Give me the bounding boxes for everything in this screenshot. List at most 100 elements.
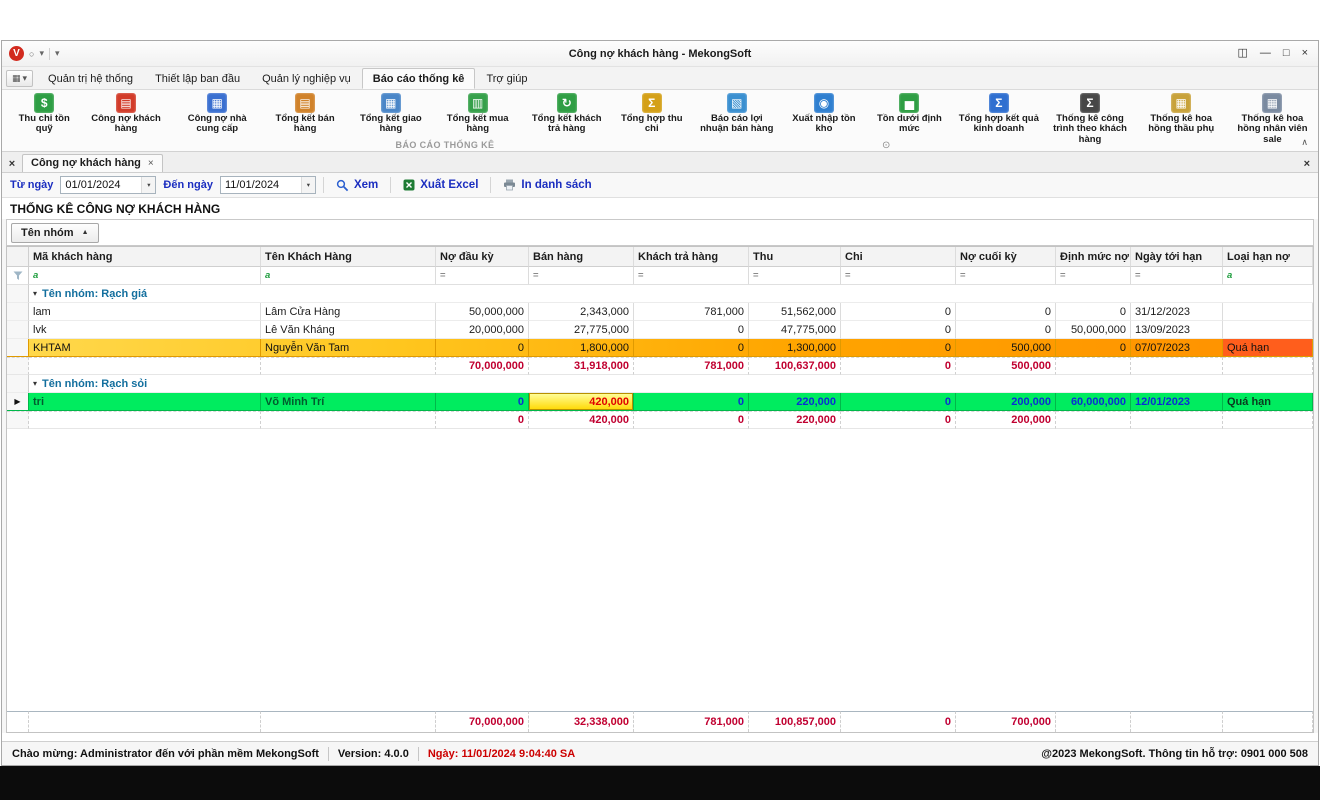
report-subcontractor-commission-button[interactable]: ▦Thống kê hoa hồng thầu phụ xyxy=(1136,92,1227,136)
column-header-1[interactable]: Tên Khách Hàng xyxy=(261,247,436,267)
filter-cell-1[interactable]: a xyxy=(261,267,436,285)
report-sales-profit-button[interactable]: ▧Báo cáo lợi nhuận bán hàng xyxy=(691,92,782,136)
cell[interactable]: 0 xyxy=(1056,303,1131,321)
group-header-cell[interactable]: ▾Tên nhóm: Rạch sỏi xyxy=(29,375,1313,393)
cell[interactable]: 07/07/2023 xyxy=(1131,339,1223,357)
column-header-9[interactable]: Ngày tới hạn xyxy=(1131,247,1223,267)
cell[interactable]: 420,000 xyxy=(529,393,634,411)
report-income-expense-button[interactable]: ΣTổng hợp thu chi xyxy=(612,92,691,136)
ribbon-tab-0[interactable]: Quản trị hệ thống xyxy=(37,68,144,89)
cell[interactable]: tri xyxy=(29,393,261,411)
filter-cell-5[interactable]: = xyxy=(749,267,841,285)
cell[interactable]: 0 xyxy=(841,303,956,321)
ribbon-collapse-icon[interactable]: ∧ xyxy=(1301,137,1308,148)
to-date-input[interactable]: 11/01/2024 ▾ xyxy=(220,176,316,194)
record-icon[interactable]: ○ xyxy=(29,49,34,59)
cell[interactable]: Quá hạn xyxy=(1223,393,1313,411)
customize-toolbar-icon[interactable]: ▾ xyxy=(55,48,60,59)
tab-bar-close-icon[interactable]: × xyxy=(1304,158,1318,172)
report-purchase-summary-button[interactable]: ▥Tổng kết mua hàng xyxy=(434,92,521,136)
cell[interactable]: 0 xyxy=(634,393,749,411)
cell[interactable]: 0 xyxy=(956,303,1056,321)
close-all-tabs-icon[interactable]: × xyxy=(4,155,20,172)
report-supplier-debt-button[interactable]: ▦Công nợ nhà cung cấp xyxy=(172,92,263,136)
cell[interactable]: 0 xyxy=(841,393,956,411)
filter-cell-0[interactable]: a xyxy=(29,267,261,285)
close-button[interactable]: × xyxy=(1302,48,1308,59)
cell[interactable]: 0 xyxy=(436,393,529,411)
ribbon-tab-2[interactable]: Quản lý nghiệp vụ xyxy=(251,68,362,89)
column-header-8[interactable]: Định mức nợ xyxy=(1056,247,1131,267)
report-delivery-summary-button[interactable]: ▦Tổng kết giao hàng xyxy=(347,92,434,136)
view-button[interactable]: Xem xyxy=(331,177,383,194)
cell[interactable]: 31/12/2023 xyxy=(1131,303,1223,321)
group-row[interactable]: ▾Tên nhóm: Rạch giá xyxy=(7,285,1313,303)
cell[interactable]: KHTAM xyxy=(29,339,261,357)
expand-triangle-icon[interactable]: ▾ xyxy=(33,379,37,388)
cell[interactable] xyxy=(1223,321,1313,339)
minimize-button[interactable]: — xyxy=(1260,48,1271,59)
column-header-10[interactable]: Loại hạn nợ xyxy=(1223,247,1313,267)
filter-cell-7[interactable]: = xyxy=(956,267,1056,285)
filter-cell-8[interactable]: = xyxy=(1056,267,1131,285)
report-customer-returns-button[interactable]: ↻Tổng kết khách trả hàng xyxy=(521,92,612,136)
tab-cong-no-khach-hang[interactable]: Công nợ khách hàng × xyxy=(22,154,163,172)
column-header-3[interactable]: Bán hàng xyxy=(529,247,634,267)
table-row[interactable]: lamLâm Cửa Hàng50,000,0002,343,000781,00… xyxy=(7,303,1313,321)
expand-triangle-icon[interactable]: ▾ xyxy=(33,289,37,298)
cell[interactable]: 0 xyxy=(1056,339,1131,357)
report-inventory-in-out-button[interactable]: ◉Xuất nhập tồn kho xyxy=(782,92,865,136)
cell[interactable]: 27,775,000 xyxy=(529,321,634,339)
group-row[interactable]: ▾Tên nhóm: Rạch sỏi xyxy=(7,375,1313,393)
column-header-2[interactable]: Nợ đầu kỳ xyxy=(436,247,529,267)
filter-cell-3[interactable]: = xyxy=(529,267,634,285)
group-by-ten-nhom-button[interactable]: Tên nhóm ▲ xyxy=(11,223,99,243)
cell[interactable]: lvk xyxy=(29,321,261,339)
cell[interactable]: 0 xyxy=(956,321,1056,339)
cell[interactable]: Lê Văn Kháng xyxy=(261,321,436,339)
cell[interactable]: 200,000 xyxy=(956,393,1056,411)
monitor-button[interactable]: ◫ xyxy=(1238,48,1248,59)
cell[interactable]: 0 xyxy=(841,339,956,357)
cell[interactable]: 50,000,000 xyxy=(436,303,529,321)
cell[interactable]: 12/01/2023 xyxy=(1131,393,1223,411)
to-date-dropdown-icon[interactable]: ▾ xyxy=(301,177,315,193)
group-dialog-launcher-icon[interactable]: ⊙ xyxy=(882,140,890,151)
cell[interactable]: 0 xyxy=(634,321,749,339)
cell[interactable]: 781,000 xyxy=(634,303,749,321)
filter-cell-9[interactable]: = xyxy=(1131,267,1223,285)
cell[interactable]: 0 xyxy=(436,339,529,357)
column-header-7[interactable]: Nợ cuối kỳ xyxy=(956,247,1056,267)
filter-cell-10[interactable]: a xyxy=(1223,267,1313,285)
table-row[interactable]: lvkLê Văn Kháng20,000,00027,775,000047,7… xyxy=(7,321,1313,339)
cell[interactable]: 47,775,000 xyxy=(749,321,841,339)
cell[interactable]: lam xyxy=(29,303,261,321)
from-date-dropdown-icon[interactable]: ▾ xyxy=(141,177,155,193)
tab-close-icon[interactable]: × xyxy=(148,158,154,169)
ribbon-tab-4[interactable]: Trợ giúp xyxy=(475,68,538,89)
cell[interactable]: Lâm Cửa Hàng xyxy=(261,303,436,321)
report-business-result-button[interactable]: ΣTổng hợp kết quả kinh doanh xyxy=(953,92,1044,136)
cell[interactable] xyxy=(1223,303,1313,321)
report-customer-debt-button[interactable]: ▤Công nợ khách hàng xyxy=(80,92,171,136)
maximize-button[interactable]: □ xyxy=(1283,48,1290,59)
app-menu-button[interactable]: ▦ ▾ xyxy=(6,70,33,87)
ribbon-tab-1[interactable]: Thiết lập ban đầu xyxy=(144,68,251,89)
cell[interactable]: 1,800,000 xyxy=(529,339,634,357)
quick-access-dropdown-icon[interactable]: ▾ xyxy=(39,48,44,59)
cell[interactable]: Võ Minh Trí xyxy=(261,393,436,411)
cell[interactable]: 0 xyxy=(841,321,956,339)
report-below-minimum-stock-button[interactable]: ▅Tồn dưới định mức xyxy=(866,92,954,136)
cell[interactable]: 500,000 xyxy=(956,339,1056,357)
ribbon-tab-3[interactable]: Báo cáo thống kê xyxy=(362,68,476,89)
print-list-button[interactable]: In danh sách xyxy=(498,177,596,193)
cell[interactable]: 2,343,000 xyxy=(529,303,634,321)
cell[interactable]: 60,000,000 xyxy=(1056,393,1131,411)
column-header-0[interactable]: Mã khách hàng xyxy=(29,247,261,267)
report-projects-by-customer-button[interactable]: ΣThống kê công trình theo khách hàng xyxy=(1044,92,1135,146)
cell[interactable]: 20,000,000 xyxy=(436,321,529,339)
cell[interactable]: 50,000,000 xyxy=(1056,321,1131,339)
export-excel-button[interactable]: Xuất Excel xyxy=(398,177,483,193)
cell[interactable]: 51,562,000 xyxy=(749,303,841,321)
column-header-6[interactable]: Chi xyxy=(841,247,956,267)
